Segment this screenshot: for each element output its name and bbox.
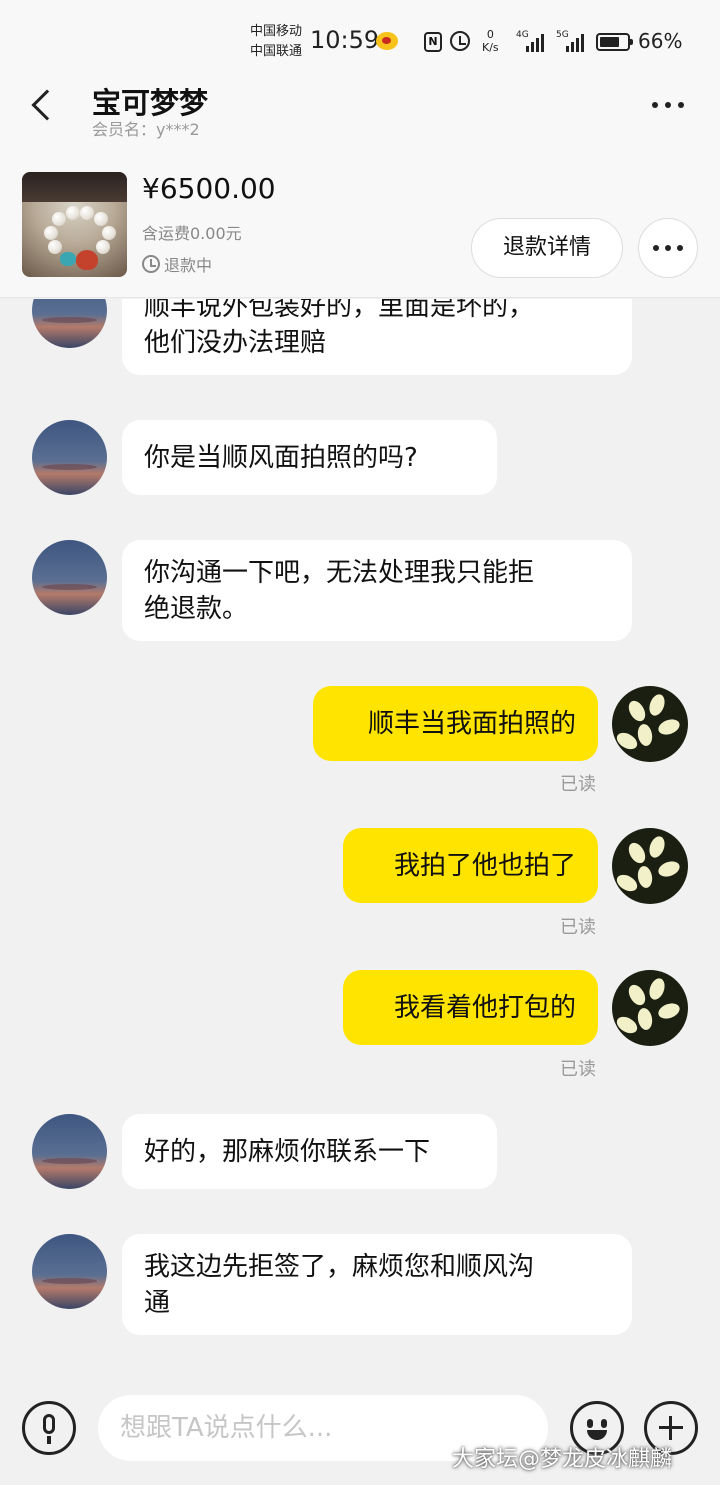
order-price: ¥6500.00	[142, 172, 276, 205]
user-avatar[interactable]	[612, 970, 688, 1046]
message-text: 我看着他打包的	[393, 992, 576, 1023]
message-bubble-received[interactable]: 顺丰说外包装好的，里面是坏的， 他们没办法理赔	[122, 299, 632, 375]
user-avatar[interactable]	[612, 828, 688, 904]
chat-message-list[interactable]: 顺丰说外包装好的，里面是坏的， 他们没办法理赔 你是当顺风面拍照的吗? 你沟通一…	[0, 299, 720, 1385]
battery-icon	[596, 33, 633, 51]
message-text: 通	[144, 1287, 171, 1318]
read-receipt: 已读	[560, 1059, 596, 1080]
refund-status-label: 退款中	[164, 256, 213, 275]
back-arrow-icon[interactable]	[31, 89, 63, 121]
status-bar: 中国移动 中国联通 10:59 N 0 K/s 4G 5G 66%	[0, 0, 720, 80]
chat-header: 宝可梦梦 会员名：y***2	[0, 80, 720, 140]
order-more-button[interactable]	[638, 218, 698, 278]
message-text: 顺丰说外包装好的，里面是坏的，	[144, 299, 535, 322]
shipping-fee: 含运费0.00元	[142, 224, 242, 243]
order-card[interactable]: ¥6500.00 含运费0.00元 退款中 退款详情	[0, 140, 720, 298]
more-options-icon[interactable]	[652, 102, 684, 108]
refund-detail-button[interactable]: 退款详情	[471, 218, 623, 278]
message-bubble-received[interactable]: 你是当顺风面拍照的吗?	[122, 420, 497, 495]
message-bubble-received[interactable]: 你沟通一下吧，无法处理我只能拒 绝退款。	[122, 540, 632, 641]
contact-avatar[interactable]	[32, 1114, 107, 1189]
voice-input-button[interactable]	[22, 1401, 76, 1455]
message-bubble-received[interactable]: 好的，那麻烦你联系一下	[122, 1114, 497, 1189]
clock-icon	[142, 255, 160, 273]
contact-avatar[interactable]	[32, 299, 107, 348]
message-bubble-sent[interactable]: 我看着他打包的	[343, 970, 598, 1045]
message-text: 你是当顺风面拍照的吗?	[144, 442, 418, 473]
signal-icon: 5G	[556, 30, 590, 52]
message-text: 你沟通一下吧，无法处理我只能拒	[144, 557, 535, 588]
read-receipt: 已读	[560, 917, 596, 938]
status-time: 10:59	[310, 26, 380, 54]
watermark-text: 大家坛@梦龙皮冰麒麟	[452, 1447, 673, 1472]
nfc-icon: N	[424, 32, 442, 52]
message-text: 我这边先拒签了，麻烦您和顺风沟	[144, 1251, 535, 1282]
member-name: y***2	[156, 120, 200, 139]
user-avatar[interactable]	[612, 686, 688, 762]
battery-percent: 66%	[638, 29, 683, 53]
signal-icon: 4G	[516, 30, 550, 52]
input-bar: 大家坛@梦龙皮冰麒麟	[0, 1385, 720, 1485]
weibo-icon	[376, 32, 398, 50]
carrier-1: 中国移动	[250, 24, 303, 39]
message-bubble-sent[interactable]: 顺丰当我面拍照的	[313, 686, 598, 761]
member-label: 会员名：	[92, 120, 157, 139]
read-receipt: 已读	[560, 774, 596, 795]
message-bubble-received[interactable]: 我这边先拒签了，麻烦您和顺风沟 通	[122, 1234, 632, 1335]
product-image[interactable]	[22, 172, 127, 277]
carrier-2: 中国联通	[250, 44, 303, 59]
net-speed-value: 0	[486, 28, 494, 41]
net-speed: 0 K/s	[482, 28, 499, 54]
message-text: 绝退款。	[144, 593, 249, 624]
contact-avatar[interactable]	[32, 540, 107, 615]
message-text: 好的，那麻烦你联系一下	[144, 1136, 431, 1167]
message-text: 顺丰当我面拍照的	[367, 708, 576, 739]
message-text: 他们没办法理赔	[144, 328, 327, 358]
message-text: 我拍了他也拍了	[393, 850, 576, 881]
refund-status: 退款中	[142, 252, 212, 276]
contact-avatar[interactable]	[32, 1234, 107, 1309]
contact-avatar[interactable]	[32, 420, 107, 495]
alarm-icon	[450, 31, 470, 51]
net-speed-unit: K/s	[482, 41, 499, 54]
microphone-icon	[43, 1414, 55, 1434]
member-info: 会员名：y***2	[92, 116, 200, 140]
carrier-names: 中国移动 中国联通	[250, 22, 302, 62]
message-bubble-sent[interactable]: 我拍了他也拍了	[343, 828, 598, 903]
